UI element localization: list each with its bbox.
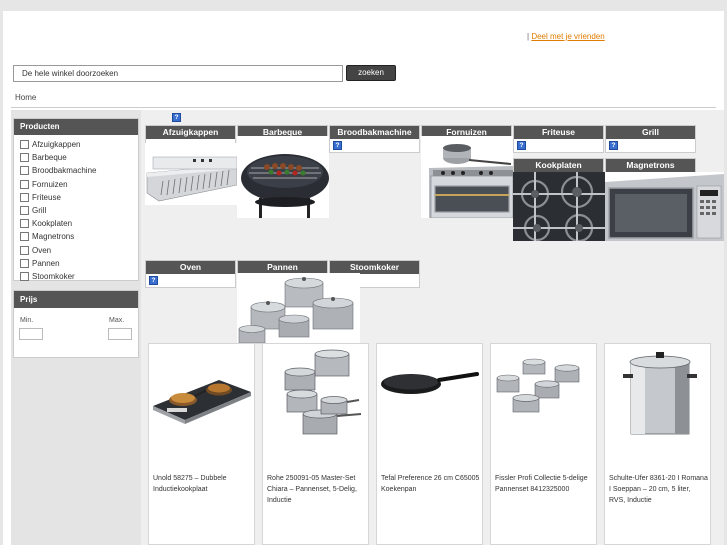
category-filter-item[interactable]: Oven — [20, 244, 132, 257]
product-card[interactable]: Rohe 250091-05 Master-Set Chiara – Panne… — [262, 343, 369, 545]
divider — [11, 107, 716, 108]
main-content: ? Afzuigkappen Barbeque Broodbakmachine … — [141, 110, 724, 545]
category-label: Magnetrons — [32, 232, 75, 242]
induction-cooktop-image[interactable] — [149, 344, 254, 444]
checkbox[interactable] — [20, 271, 29, 281]
category-filter-item[interactable]: Grill — [20, 204, 132, 217]
category-filter-item[interactable]: Broodbakmachine — [20, 164, 132, 177]
category-filter-item[interactable]: Stoomkoker — [20, 270, 132, 283]
category-label: Kookplaten — [32, 219, 73, 229]
help-icon[interactable]: ? — [609, 141, 618, 150]
range-hood-image[interactable] — [145, 143, 237, 205]
help-icon[interactable]: ? — [333, 141, 342, 150]
category-label: Pannen — [32, 258, 60, 268]
page: | Deel met je vrienden zoeken Home Produ… — [3, 11, 724, 545]
category-tile-oven[interactable]: Oven ? — [145, 260, 236, 288]
category-filter-item[interactable]: Magnetrons — [20, 230, 132, 243]
category-filter-item[interactable]: Afzuigkappen — [20, 138, 132, 151]
product-card[interactable]: Schulte-Ufer 8361-20 I Romana I Soeppan … — [604, 343, 711, 545]
price-max-input[interactable] — [108, 328, 132, 340]
category-label: Afzuigkappen — [32, 140, 81, 150]
price-filter-body: Min. Max. — [14, 308, 138, 348]
top-links: | Deel met je vrienden — [527, 32, 605, 41]
sidebar: Producten Afzuigkappen Barbeque Broodbak… — [11, 110, 141, 545]
product-card[interactable]: Fissler Profi Collectie 5-delige Pannens… — [490, 343, 597, 545]
category-tile-title: Magnetrons — [606, 159, 695, 172]
barbeque-image[interactable] — [237, 136, 329, 218]
price-filter-title: Prijs — [14, 291, 138, 308]
stove-image[interactable] — [421, 136, 513, 218]
stock-pot-image[interactable] — [605, 344, 710, 444]
category-label: Oven — [32, 245, 52, 255]
category-filter-item[interactable]: Fornuizen — [20, 178, 132, 191]
checkbox[interactable] — [20, 206, 29, 216]
checkbox[interactable] — [20, 192, 29, 202]
share-with-friends-link[interactable]: Deel met je vrienden — [531, 32, 604, 41]
products-filter-title: Producten — [14, 119, 138, 135]
category-label: Fornuizen — [32, 179, 68, 189]
checkbox[interactable] — [20, 258, 29, 268]
product-name[interactable]: Tefal Preference 26 cm C65005 Koekenpan — [381, 473, 480, 495]
category-tile-title: Oven — [146, 261, 235, 274]
breadcrumb: Home — [15, 93, 36, 102]
help-icon[interactable]: ? — [172, 113, 181, 122]
search-button[interactable]: zoeken — [346, 65, 396, 81]
breadcrumb-home[interactable]: Home — [15, 93, 36, 102]
microwave-image[interactable] — [605, 172, 724, 241]
category-tile-title: Afzuigkappen — [146, 126, 235, 139]
category-filter-list: Afzuigkappen Barbeque Broodbakmachine Fo… — [14, 135, 138, 283]
category-label: Grill — [32, 206, 47, 216]
checkbox[interactable] — [20, 153, 29, 163]
product-name[interactable]: Schulte-Ufer 8361-20 I Romana I Soeppan … — [609, 473, 708, 506]
checkbox[interactable] — [20, 219, 29, 229]
products-filter-box: Producten Afzuigkappen Barbeque Broodbak… — [13, 118, 139, 281]
pans-image[interactable] — [237, 273, 360, 344]
category-tile-title: Friteuse — [514, 126, 603, 139]
category-tile-title: Grill — [606, 126, 695, 139]
gas-hob-image[interactable] — [513, 172, 605, 241]
category-tile-friteuse[interactable]: Friteuse ? — [513, 125, 604, 153]
category-filter-item[interactable]: Kookplaten — [20, 217, 132, 230]
product-name[interactable]: Fissler Profi Collectie 5-delige Pannens… — [495, 473, 594, 495]
category-tile-broodbakmachine[interactable]: Broodbakmachine ? — [329, 125, 420, 153]
category-label: Stoomkoker — [32, 271, 75, 281]
category-label: Broodbakmachine — [32, 166, 97, 176]
category-filter-item[interactable]: Barbeque — [20, 151, 132, 164]
checkbox[interactable] — [20, 232, 29, 242]
product-card[interactable]: Unold 58275 – Dubbele Inductiekookplaat — [148, 343, 255, 545]
pan-set-image[interactable] — [491, 344, 596, 444]
category-tile-title: Broodbakmachine — [330, 126, 419, 139]
category-tile-kookplaten[interactable]: Kookplaten — [513, 158, 604, 172]
price-max-label: Max. — [109, 317, 125, 324]
help-icon[interactable]: ? — [149, 276, 158, 285]
product-card[interactable]: Tefal Preference 26 cm C65005 Koekenpan — [376, 343, 483, 545]
search-input[interactable] — [13, 65, 343, 82]
product-name[interactable]: Rohe 250091-05 Master-Set Chiara – Panne… — [267, 473, 366, 506]
checkbox[interactable] — [20, 140, 29, 150]
price-min-input[interactable] — [19, 328, 43, 340]
checkbox[interactable] — [20, 179, 29, 189]
price-filter-box: Prijs Min. Max. — [13, 290, 139, 358]
category-tile-title: Kookplaten — [514, 159, 603, 172]
checkbox[interactable] — [20, 245, 29, 255]
top-separator: | — [527, 32, 530, 41]
help-icon[interactable]: ? — [517, 141, 526, 150]
pot-set-image[interactable] — [263, 344, 368, 444]
category-filter-item[interactable]: Pannen — [20, 257, 132, 270]
category-filter-item[interactable]: Friteuse — [20, 191, 132, 204]
product-name[interactable]: Unold 58275 – Dubbele Inductiekookplaat — [153, 473, 252, 495]
category-tile-magnetrons[interactable]: Magnetrons — [605, 158, 696, 172]
checkbox[interactable] — [20, 166, 29, 176]
category-tile-grill[interactable]: Grill ? — [605, 125, 696, 153]
price-min-label: Min. — [20, 317, 34, 324]
category-label: Friteuse — [32, 192, 61, 202]
category-label: Barbeque — [32, 153, 67, 163]
frying-pan-image[interactable] — [377, 344, 482, 444]
